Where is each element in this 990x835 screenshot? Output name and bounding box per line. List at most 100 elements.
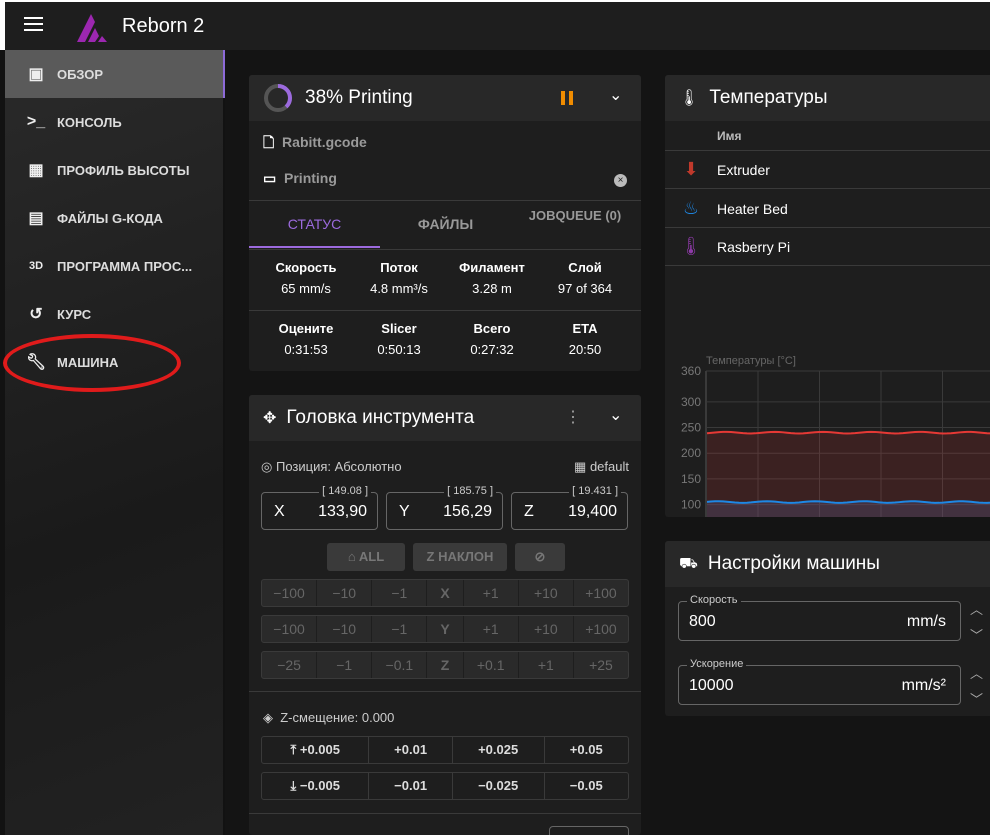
axis-value: 156,29 <box>443 503 492 520</box>
heater-name: Heater Bed <box>717 200 788 217</box>
thermometer-icon: 🌡︎ <box>679 236 703 256</box>
stat-value: 3.28 m <box>472 281 512 296</box>
tab-jobqueue[interactable]: JOBQUEUE (0) <box>521 208 629 223</box>
y-tick-label: 150 <box>681 472 701 486</box>
sidebar: ▣ ОБЗОР >_ КОНСОЛЬ ▦ ПРОФИЛЬ ВЫСОТЫ ▤ ФАЙЛЫ … <box>3 50 225 835</box>
z-offset-value: +0.05 <box>569 742 603 757</box>
y-tick-label: 200 <box>681 446 701 460</box>
file-document-icon: ▤ <box>28 210 44 227</box>
profile-selector[interactable]: ▦ default <box>574 459 629 475</box>
z-offset-button[interactable]: ⤓ −0.005 <box>262 773 370 799</box>
heater-name: Extruder <box>717 161 770 178</box>
chevron-down-icon[interactable]: ﹀ <box>970 689 983 708</box>
stat-value: 0:27:32 <box>470 342 514 357</box>
jog-button[interactable]: +10 <box>519 616 574 642</box>
stat-label: Филамент <box>459 260 525 275</box>
jog-button[interactable]: −1 <box>372 616 428 642</box>
z-offset-value: −0.005 <box>299 778 340 793</box>
position-y-input[interactable]: [ 185.75 ] Y 156,29 <box>386 485 503 530</box>
y-tick-label: 300 <box>681 395 701 409</box>
table-row[interactable]: ⬇ Extruder <box>665 151 990 189</box>
jog-button[interactable]: +10 <box>519 580 574 606</box>
home-all-button[interactable]: ⌂ ALL <box>327 543 405 571</box>
field-value: 800 <box>689 613 716 630</box>
axis-value: 133,90 <box>318 503 367 520</box>
axis-label: Y <box>399 503 410 520</box>
field-label: Ускорение <box>687 658 747 670</box>
console-icon: >_ <box>26 113 46 130</box>
table-header: Имя <box>665 121 990 151</box>
jog-button[interactable]: −10 <box>317 616 373 642</box>
pause-button[interactable] <box>561 91 573 105</box>
stat-item: Всего 0:27:32 <box>443 321 541 357</box>
jog-button[interactable]: +25 <box>574 652 628 678</box>
stat-label: Поток <box>380 260 418 275</box>
more-vert-icon[interactable]: ⋮ <box>565 407 581 427</box>
z-offset-button[interactable]: +0.05 <box>545 737 628 763</box>
jog-button[interactable]: +100 <box>574 616 628 642</box>
jog-button[interactable]: −100 <box>262 616 318 642</box>
sidebar-item-overview[interactable]: ▣ ОБЗОР <box>5 50 223 98</box>
hamburger-icon[interactable] <box>24 17 43 31</box>
file-name: Rabitt.gcode <box>282 134 367 150</box>
engine-icon: ⛟ <box>679 554 698 572</box>
z-offset-button[interactable]: ⤒ +0.005 <box>262 737 370 763</box>
z-offset-button[interactable]: +0.025 <box>453 737 545 763</box>
z-offset-button[interactable]: +0.01 <box>369 737 453 763</box>
chevron-down-icon[interactable]: ﹀ <box>970 625 983 644</box>
sidebar-item-gcode-files[interactable]: ▤ ФАЙЛЫ G-КОДА <box>5 194 223 242</box>
z-tilt-button[interactable]: Z НАКЛОН <box>413 543 507 571</box>
field-unit: mm/s² <box>901 677 946 694</box>
chevron-down-icon[interactable]: ⌄ <box>609 85 622 105</box>
jog-button[interactable]: −25 <box>262 652 318 678</box>
status-panel: 38% Printing ⌄ 🗋︎ Rabitt.gcode ▭ Printin… <box>249 75 641 371</box>
jog-button[interactable]: +1 <box>464 580 519 606</box>
file-row: 🗋︎ Rabitt.gcode <box>263 132 367 156</box>
speed-input[interactable]: Скорость 800 mm/s <box>678 594 961 641</box>
jog-button[interactable]: +0.1 <box>464 652 519 678</box>
axis-label: X <box>427 580 464 606</box>
position-z-input[interactable]: [ 19.431 ] Z 19,400 <box>511 485 628 530</box>
table-row[interactable]: 🌡︎ Rasberry Pi <box>665 228 990 266</box>
tab-status[interactable]: СТАТУС <box>249 200 380 248</box>
jog-button[interactable]: −10 <box>317 580 373 606</box>
arrow-up-icon: ⤒ <box>290 742 300 757</box>
stat-label: Скорость <box>275 260 337 275</box>
z-offset-value: +0.005 <box>299 742 340 757</box>
z-offset-button[interactable]: −0.05 <box>545 773 628 799</box>
chevron-up-icon[interactable]: ︿ <box>970 599 983 618</box>
z-offset-button[interactable]: −0.025 <box>453 773 545 799</box>
home-icon: ⌂ <box>347 549 356 564</box>
sidebar-item-history[interactable]: ↺ КУРС <box>5 290 223 338</box>
tab-files[interactable]: ФАЙЛЫ <box>380 200 511 248</box>
stat-label: ETA <box>572 321 598 336</box>
jog-button[interactable]: +1 <box>519 652 574 678</box>
position-x-input[interactable]: [ 149.08 ] X 133,90 <box>261 485 378 530</box>
extruder-icon: ⬇ <box>683 159 699 179</box>
jog-button[interactable]: −100 <box>262 580 318 606</box>
jog-button[interactable]: −1 <box>317 652 373 678</box>
speed-factor-input[interactable] <box>549 826 629 835</box>
z-offset-button[interactable]: −0.01 <box>369 773 453 799</box>
axis-label: X <box>274 503 285 520</box>
acceleration-input[interactable]: Ускорение 10000 mm/s² <box>678 658 961 705</box>
jog-button[interactable]: +100 <box>574 580 628 606</box>
jog-button[interactable]: +1 <box>464 616 519 642</box>
motors-off-button[interactable]: ⊘ <box>515 543 565 571</box>
stat-label: Слой <box>568 260 602 275</box>
jog-button[interactable]: −0.1 <box>372 652 428 678</box>
stat-value: 0:31:53 <box>284 342 328 357</box>
sidebar-item-console[interactable]: >_ КОНСОЛЬ <box>5 98 223 146</box>
3d-icon: 3D <box>28 260 44 272</box>
y-tick-label: 360 <box>681 364 701 378</box>
jog-button[interactable]: −1 <box>372 580 428 606</box>
table-row[interactable]: ♨ Heater Bed <box>665 190 990 228</box>
monitor-dashboard-icon: ▣ <box>28 66 44 83</box>
chevron-up-icon[interactable]: ︿ <box>970 663 983 682</box>
chevron-down-icon[interactable]: ⌄ <box>609 405 622 425</box>
temperature-chart: Температуры [°C]5010015020025030036019:5… <box>681 355 990 517</box>
sidebar-item-gcode-viewer[interactable]: 3D ПРОГРАММА ПРОС... <box>5 242 223 290</box>
sidebar-item-heightmap[interactable]: ▦ ПРОФИЛЬ ВЫСОТЫ <box>5 146 223 194</box>
position-mode: ◎ Позиция: Абсолютно <box>261 459 402 475</box>
clear-message-icon[interactable]: × <box>614 174 627 187</box>
